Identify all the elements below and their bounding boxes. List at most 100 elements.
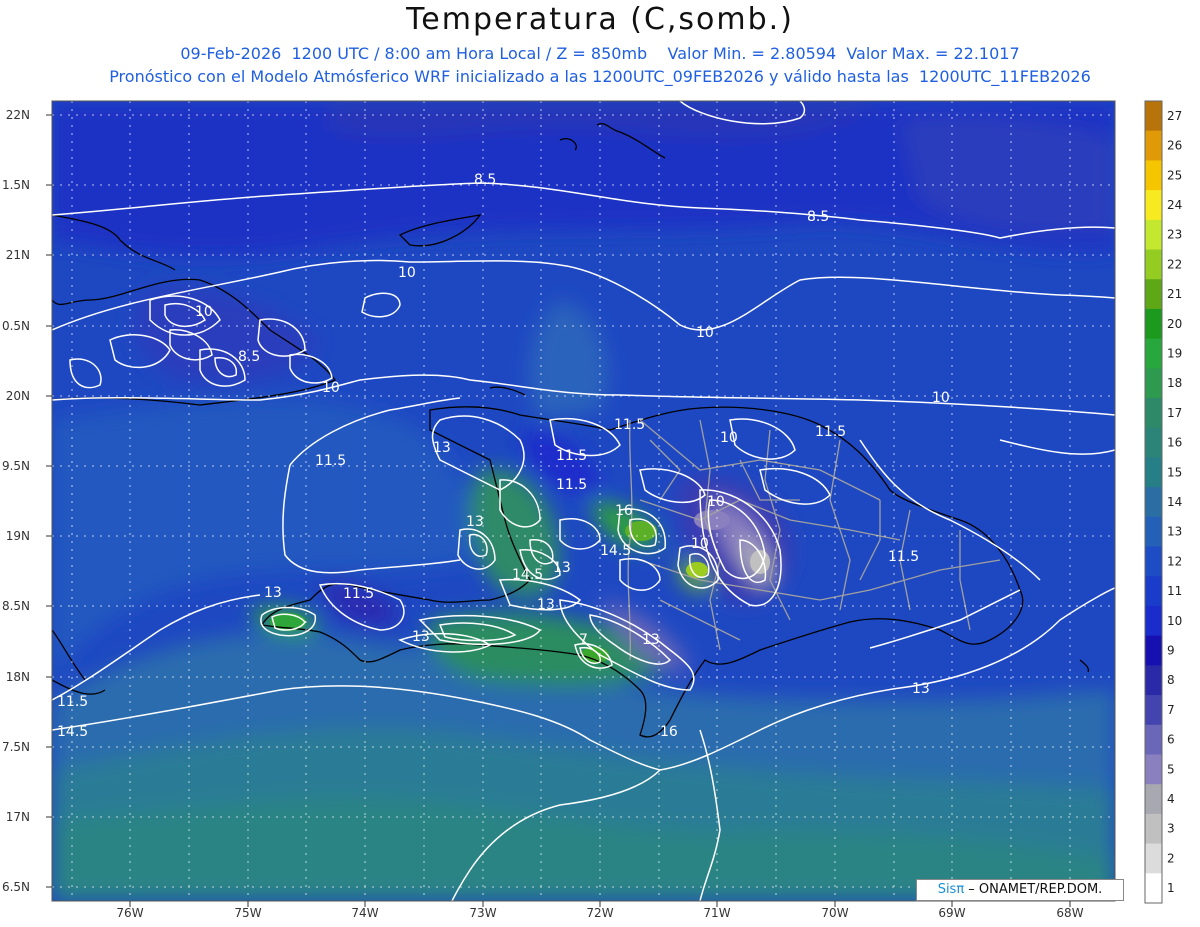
contour-label: 16 bbox=[615, 503, 633, 519]
contour-label: 10 bbox=[691, 536, 709, 552]
credit-text: – ONAMET/REP.DOM. bbox=[964, 882, 1103, 897]
temperature-map: 8.5 8.5 8.5 10 10 10 10 10 10 11.5 11.5 … bbox=[2, 100, 1182, 920]
colorbar-swatch bbox=[1145, 576, 1162, 607]
colorbar-label: 8 bbox=[1167, 673, 1175, 687]
lon-label: 74W bbox=[351, 906, 378, 920]
contour-label: 14.5 bbox=[57, 724, 88, 740]
colorbar-swatch bbox=[1145, 249, 1162, 280]
contour-label: 14.5 bbox=[600, 543, 631, 559]
map-plot-area: 8.5 8.5 8.5 10 10 10 10 10 10 11.5 11.5 … bbox=[52, 101, 1115, 901]
contour-label: 13 bbox=[642, 632, 660, 648]
lat-label: 18N bbox=[6, 670, 30, 684]
colorbar-label: 20 bbox=[1167, 317, 1182, 331]
colorbar-label: 5 bbox=[1167, 762, 1175, 776]
contour-label: 11.5 bbox=[57, 694, 88, 710]
sispi-logo: Sisπ bbox=[937, 882, 965, 897]
colorbar-swatch bbox=[1145, 101, 1162, 132]
colorbar-label: 4 bbox=[1167, 792, 1175, 806]
contour-label: 8.5 bbox=[474, 172, 496, 188]
contour-label: 13 bbox=[912, 681, 930, 697]
contour-label: 11.5 bbox=[556, 477, 587, 493]
colorbar-swatch bbox=[1145, 724, 1162, 755]
contour-label: 11.5 bbox=[343, 586, 374, 602]
lat-label: 21N bbox=[6, 248, 30, 262]
colorbar-swatch bbox=[1145, 665, 1162, 696]
lat-label: 17N bbox=[6, 810, 30, 824]
colorbar-swatch bbox=[1145, 813, 1162, 845]
colorbar-swatch bbox=[1145, 160, 1162, 191]
contour-label: 7 bbox=[579, 632, 588, 648]
contour-label: 14.5 bbox=[512, 567, 543, 583]
colorbar-label: 15 bbox=[1167, 465, 1182, 479]
lat-label: 9.5N bbox=[2, 459, 30, 473]
colorbar-swatch bbox=[1145, 190, 1162, 221]
lat-label: 8.5N bbox=[2, 599, 30, 613]
warm-cell-south bbox=[581, 647, 609, 663]
contour-label: 16 bbox=[660, 724, 678, 740]
colorbar-swatch bbox=[1145, 695, 1162, 726]
colorbar-label: 27 bbox=[1167, 109, 1182, 123]
colorbar-label: 16 bbox=[1167, 436, 1182, 450]
colorbar-label: 22 bbox=[1167, 257, 1182, 271]
colorbar-swatch bbox=[1145, 516, 1162, 548]
contour-label: 13 bbox=[466, 514, 484, 530]
colorbar-label: 6 bbox=[1167, 733, 1175, 747]
colorbar-label: 25 bbox=[1167, 168, 1182, 182]
lon-label: 76W bbox=[116, 906, 143, 920]
colorbar-label: 21 bbox=[1167, 287, 1182, 301]
colorbar-label: 7 bbox=[1167, 703, 1175, 717]
contour-label: 8.5 bbox=[807, 209, 829, 225]
lon-label: 73W bbox=[469, 906, 496, 920]
colorbar-swatch bbox=[1145, 754, 1162, 785]
colorbar-label: 13 bbox=[1167, 525, 1182, 539]
lat-label: 1.5N bbox=[2, 178, 30, 192]
colorbar-swatch bbox=[1145, 546, 1162, 577]
contour-label: 10 bbox=[932, 390, 950, 406]
contour-label: 10 bbox=[322, 380, 340, 396]
credit-box: Sisπ – ONAMET/REP.DOM. bbox=[916, 879, 1124, 901]
colorbar-swatch bbox=[1145, 338, 1162, 369]
lat-label: 7.5N bbox=[2, 740, 30, 754]
colorbar-swatch bbox=[1145, 605, 1162, 637]
contour-label: 10 bbox=[720, 430, 738, 446]
contour-label: 11.5 bbox=[614, 417, 645, 433]
colorbar-label: 26 bbox=[1167, 139, 1182, 153]
contour-label: 13 bbox=[537, 597, 555, 613]
colorbar-swatch bbox=[1145, 873, 1162, 904]
colorbar-swatch bbox=[1145, 843, 1162, 874]
lon-label: 71W bbox=[703, 906, 730, 920]
lat-label: 0.5N bbox=[2, 319, 30, 333]
colorbar-swatch bbox=[1145, 219, 1162, 251]
contour-label: 10 bbox=[398, 265, 416, 281]
colorbar-label: 14 bbox=[1167, 495, 1182, 509]
longitude-labels: 76W 75W 74W 73W 72W 71W 70W 69W 68W bbox=[116, 906, 1083, 920]
colorbar-label: 17 bbox=[1167, 406, 1182, 420]
colorbar-label: 3 bbox=[1167, 822, 1175, 836]
contour-label: 10 bbox=[195, 304, 213, 320]
lat-label: 20N bbox=[6, 389, 30, 403]
colorbar: 2726252423222120191817161514131211109876… bbox=[1144, 100, 1182, 904]
colorbar-label: 18 bbox=[1167, 376, 1182, 390]
colorbar-swatch bbox=[1145, 635, 1162, 666]
contour-label: 11.5 bbox=[815, 424, 846, 440]
latitude-labels: 22N 1.5N 21N 0.5N 20N 9.5N 19N 8.5N 18N … bbox=[2, 108, 30, 894]
contour-label: 10 bbox=[707, 494, 725, 510]
contour-label: 13 bbox=[264, 585, 282, 601]
colorbar-swatch bbox=[1145, 457, 1162, 488]
colorbar-swatch bbox=[1145, 784, 1162, 815]
colorbar-swatch bbox=[1145, 368, 1162, 399]
contour-label: 13 bbox=[412, 629, 430, 645]
colorbar-label: 2 bbox=[1167, 851, 1175, 865]
contour-label: 11.5 bbox=[556, 448, 587, 464]
lon-label: 69W bbox=[938, 906, 965, 920]
colorbar-label: 23 bbox=[1167, 228, 1182, 242]
colorbar-label: 24 bbox=[1167, 198, 1182, 212]
colorbar-swatch bbox=[1145, 427, 1162, 458]
colorbar-swatch bbox=[1145, 487, 1162, 518]
colorbar-label: 12 bbox=[1167, 554, 1182, 568]
lon-label: 68W bbox=[1056, 906, 1083, 920]
contour-label: 11.5 bbox=[315, 453, 346, 469]
contour-label: 11.5 bbox=[888, 549, 919, 565]
lat-label: 6.5N bbox=[2, 880, 30, 894]
colorbar-label: 10 bbox=[1167, 614, 1182, 628]
